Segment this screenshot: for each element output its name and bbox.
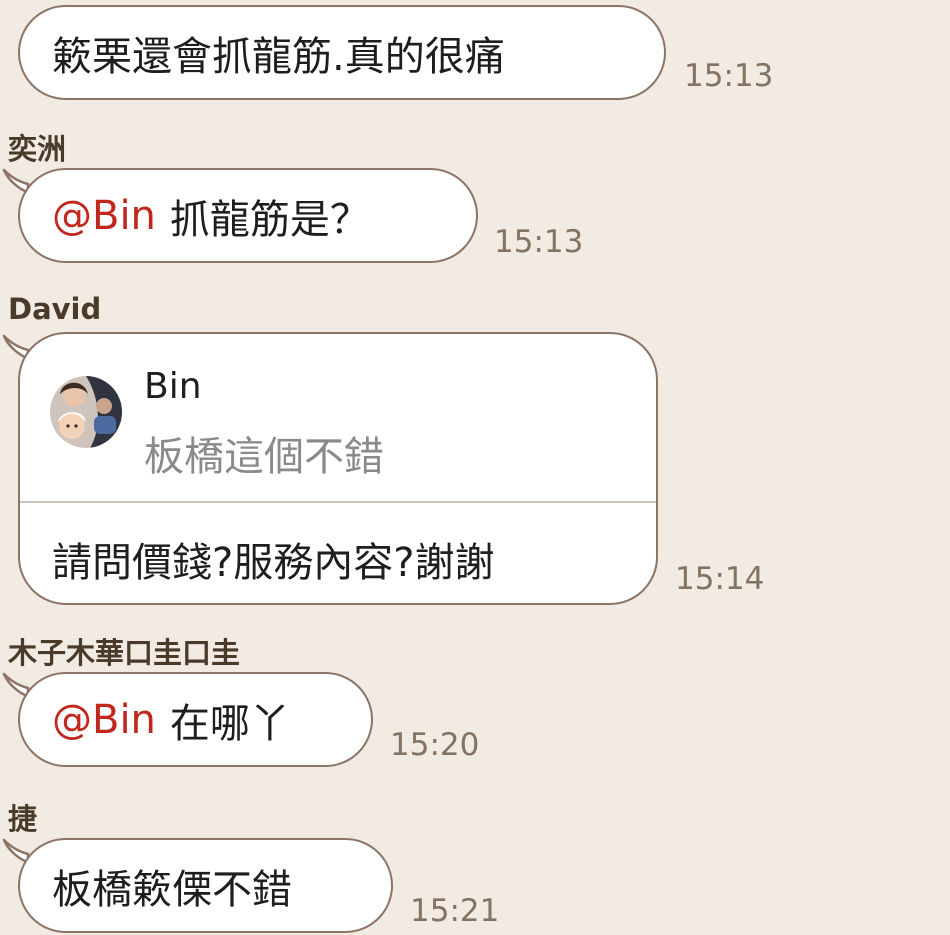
message-bubble[interactable]: @Bin 在哪丫 xyxy=(18,672,373,767)
message-timestamp: 15:21 xyxy=(410,893,500,929)
quoted-message-text: 板橋這個不錯 xyxy=(144,434,384,480)
quote-divider xyxy=(20,501,656,503)
message-bubble[interactable]: 簌栗還會抓龍筋.真的很痛 xyxy=(18,5,666,100)
message-text: 在哪丫 xyxy=(169,700,290,747)
message-timestamp: 15:14 xyxy=(675,561,765,597)
message-timestamp: 15:20 xyxy=(390,727,480,763)
reply-message-bubble[interactable]: Bin 板橋這個不錯 請問價錢?服務內容?謝謝 xyxy=(18,332,658,605)
message-bubble[interactable]: @Bin 抓龍筋是？ xyxy=(18,168,478,263)
sender-name: 奕洲 xyxy=(8,132,67,166)
message-timestamp: 15:13 xyxy=(494,224,584,260)
mention-link[interactable]: @Bin xyxy=(52,193,156,239)
message-text: 請問價錢?服務內容?謝謝 xyxy=(52,540,495,586)
sender-name: David xyxy=(8,292,102,326)
message-timestamp: 15:13 xyxy=(684,58,774,94)
sender-name: 木子木華口圭口圭 xyxy=(8,636,241,670)
message-bubble[interactable]: 板橋簌傈不錯 xyxy=(18,838,393,933)
message-text: 抓龍筋是？ xyxy=(169,196,370,243)
avatar[interactable] xyxy=(50,376,122,448)
sender-name: 捷 xyxy=(8,802,38,836)
message-text: 簌栗還會抓龍筋.真的很痛 xyxy=(52,33,505,80)
mention-link[interactable]: @Bin xyxy=(52,697,156,743)
message-text: 板橋簌傈不錯 xyxy=(52,866,292,913)
quoted-sender-name: Bin xyxy=(144,366,202,407)
